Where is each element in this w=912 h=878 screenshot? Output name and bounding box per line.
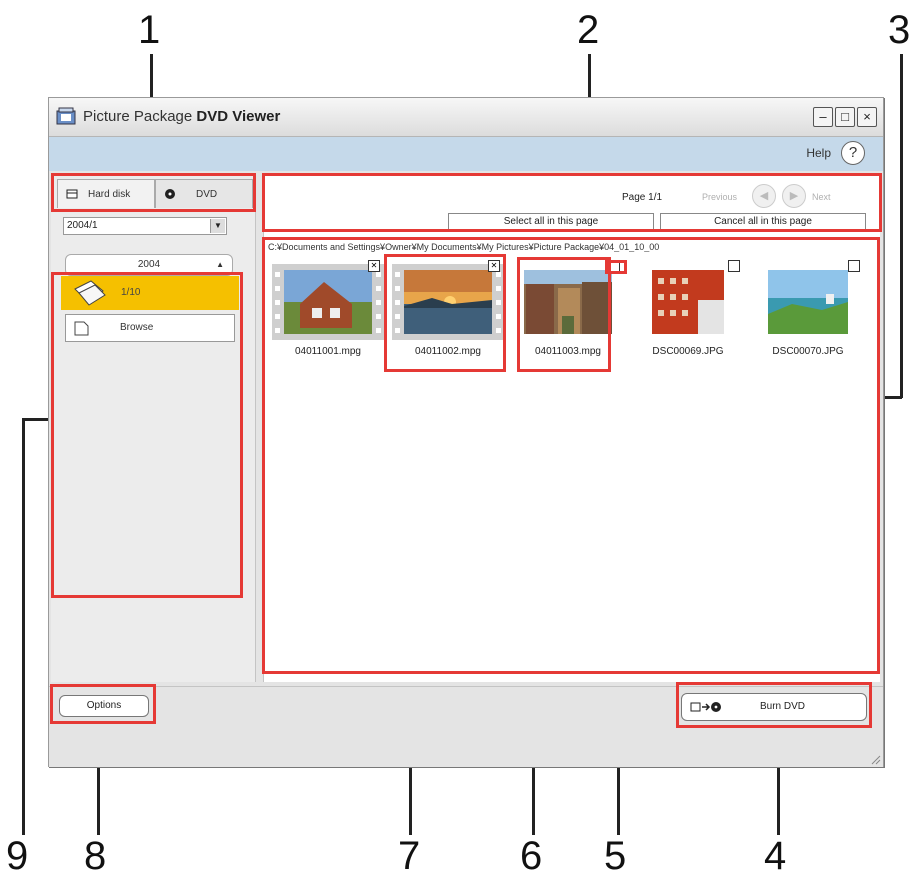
burn-dvd-icon: [690, 702, 721, 712]
folder-item-browse-label: Browse: [120, 322, 154, 333]
leader-line-3: [900, 54, 903, 398]
select-all-button[interactable]: Select all in this page: [448, 213, 654, 231]
window-title-bold: DVD Viewer: [196, 108, 281, 125]
thumbnail-filename: 04011002.mpg: [415, 346, 481, 357]
help-icon[interactable]: ?: [841, 141, 865, 165]
callout-2: 2: [577, 8, 600, 52]
month-select[interactable]: 2004/1 ▼: [63, 217, 227, 235]
callout-9: 9: [6, 834, 29, 878]
maximize-button[interactable]: □: [835, 107, 855, 127]
thumbnail-panel: Page 1/1 Previous ◀ ▶ Next Select all in…: [263, 174, 880, 682]
folder-item-day[interactable]: 1/10: [61, 276, 239, 310]
movie-thumbnail-image: [524, 270, 612, 334]
window-title: Picture Package DVD Viewer: [83, 108, 280, 125]
tab-hard-disk[interactable]: Hard disk: [57, 179, 155, 208]
thumbnail-filename: DSC00070.JPG: [772, 346, 844, 357]
callout-5: 5: [604, 834, 627, 878]
dvd-viewer-window: Picture Package DVD Viewer – □ × Help ? …: [48, 97, 884, 767]
window-title-prefix: Picture Package: [83, 108, 193, 125]
callout-4: 4: [764, 834, 787, 878]
folder-stack-icon: [74, 280, 106, 306]
options-button[interactable]: Options: [59, 695, 149, 717]
callout-1: 1: [138, 8, 161, 52]
chevron-down-icon[interactable]: ▼: [210, 219, 225, 233]
previous-arrow-icon[interactable]: ◀: [752, 184, 776, 208]
tab-dvd-label: DVD: [196, 189, 218, 200]
dvd-disc-icon: [165, 189, 175, 199]
minimize-button[interactable]: –: [813, 107, 833, 127]
thumbnail-filename: DSC00069.JPG: [652, 346, 724, 357]
year-button[interactable]: 2004 ▲: [65, 254, 233, 276]
next-arrow-icon[interactable]: ▶: [782, 184, 806, 208]
folder-item-browse[interactable]: Browse: [65, 314, 235, 342]
callout-6: 6: [520, 834, 543, 878]
left-pane: Hard disk DVD 2004/1 ▼ 2004 ▲ 1/10 Brows…: [51, 174, 256, 682]
burn-dvd-button[interactable]: Burn DVD: [681, 693, 867, 721]
burn-dvd-label: Burn DVD: [760, 701, 806, 712]
thumbnail-checkbox[interactable]: ✕: [368, 260, 380, 272]
folder-path: C:¥Documents and Settings¥Owner¥My Docum…: [268, 242, 660, 252]
help-label[interactable]: Help: [806, 146, 831, 160]
previous-label: Previous: [702, 192, 738, 202]
chevron-up-icon: ▲: [216, 260, 224, 269]
help-bar: Help ?: [49, 137, 883, 171]
page-label: Page 1/1: [622, 192, 663, 203]
browse-folder-icon: [74, 321, 89, 336]
next-label: Next: [812, 192, 831, 202]
thumbnail-filename: 04011003.mpg: [535, 346, 601, 357]
callout-7: 7: [398, 834, 421, 878]
thumbnail-checkbox[interactable]: [608, 260, 620, 272]
tab-dvd[interactable]: DVD: [155, 179, 253, 208]
movie-thumbnail-image: [272, 264, 384, 340]
callout-8: 8: [84, 834, 107, 878]
resize-grip-icon[interactable]: [871, 755, 881, 765]
photo-thumbnail-image: [768, 270, 848, 334]
month-select-value: 2004/1: [67, 220, 98, 231]
tab-hard-disk-label: Hard disk: [88, 189, 131, 200]
callout-3: 3: [888, 8, 911, 52]
photo-thumbnail-image: [652, 270, 724, 334]
leader-line-9: [22, 419, 25, 835]
cancel-all-button[interactable]: Cancel all in this page: [660, 213, 866, 231]
app-film-icon: [56, 107, 76, 125]
thumbnail-checkbox[interactable]: ✕: [488, 260, 500, 272]
bottom-bar: Options Burn DVD: [49, 686, 883, 767]
thumbnail-checkbox[interactable]: [848, 260, 860, 272]
movie-thumbnail-image: [392, 264, 504, 340]
year-button-label: 2004: [137, 259, 161, 270]
thumbnail-filename: 04011001.mpg: [295, 346, 361, 357]
title-bar[interactable]: Picture Package DVD Viewer – □ ×: [49, 98, 883, 137]
close-button[interactable]: ×: [857, 107, 877, 127]
thumbnail-checkbox[interactable]: [728, 260, 740, 272]
folder-item-day-label: 1/10: [121, 287, 141, 298]
hard-disk-icon: [66, 189, 78, 199]
